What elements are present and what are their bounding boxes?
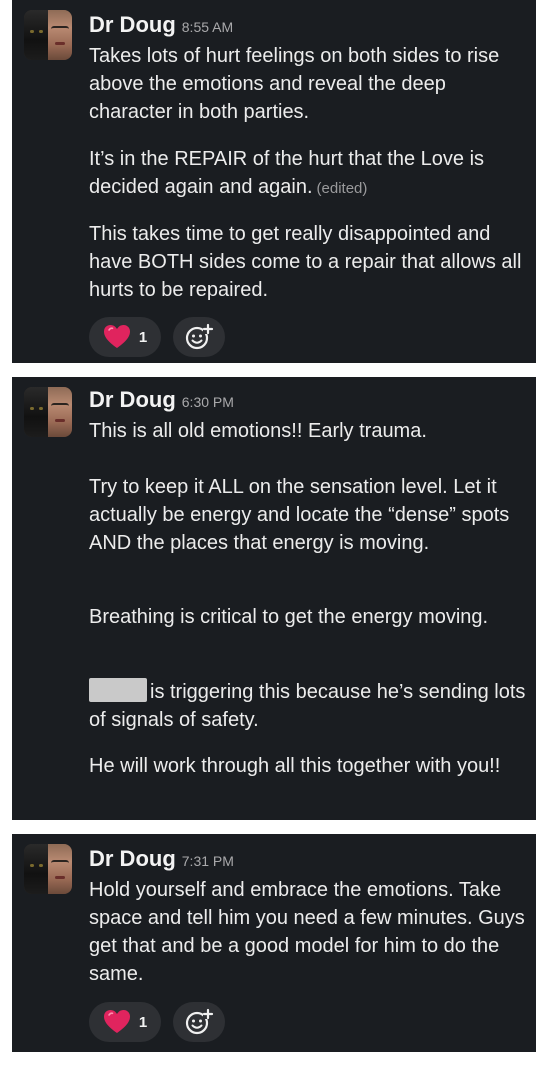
message-text: This is all old emotions!! Early trauma. (89, 420, 427, 442)
message-card[interactable]: Dr Doug 7:31 PM Hold yourself and embrace… (12, 834, 536, 1052)
message-text: Breathing is critical to get the energy … (89, 606, 489, 628)
edited-label: (edited) (316, 180, 368, 197)
message-text-content: It’s in the REPAIR of the hurt that the … (89, 148, 485, 198)
message-text: It’s in the REPAIR of the hurt that the … (89, 145, 529, 203)
message-text-content: is triggering this because he’s sending … (89, 681, 526, 731)
timestamp[interactable]: 6:30 PM (182, 394, 234, 410)
timestamp[interactable]: 7:31 PM (182, 853, 234, 869)
message-header: Dr Doug 8:55 AM (89, 12, 233, 38)
author-name[interactable]: Dr Doug (89, 846, 176, 871)
message-card[interactable]: Dr Doug 6:30 PM This is all old emotions!… (12, 377, 536, 820)
heart-icon (103, 325, 130, 348)
message-header: Dr Doug 6:30 PM (89, 387, 234, 413)
heart-reaction-button[interactable]: 1 (89, 1002, 161, 1042)
author-name[interactable]: Dr Doug (89, 12, 176, 37)
message-card[interactable]: Dr Doug 8:55 AM Takes lots of hurt feelin… (12, 0, 536, 363)
add-reaction-icon (185, 1008, 214, 1035)
add-reaction-button[interactable] (173, 1002, 225, 1042)
message-text: He will work through all this together w… (89, 755, 501, 777)
heart-reaction-button[interactable]: 1 (89, 317, 161, 357)
message-text: This takes time to get really disappoint… (89, 223, 522, 301)
message-text: Try to keep it ALL on the sensation leve… (89, 476, 510, 554)
message-header: Dr Doug 7:31 PM (89, 846, 234, 872)
heart-icon (103, 1010, 130, 1033)
message-text: is triggering this because he’s sending … (89, 678, 529, 734)
avatar[interactable] (24, 844, 72, 894)
reaction-count: 1 (138, 328, 148, 346)
avatar[interactable] (24, 387, 72, 437)
add-reaction-button[interactable] (173, 317, 225, 357)
avatar[interactable] (24, 10, 72, 60)
message-text: Hold yourself and embrace the emotions. … (89, 879, 525, 985)
author-name[interactable]: Dr Doug (89, 387, 176, 412)
redacted-name (89, 678, 147, 702)
reaction-count: 1 (138, 1013, 148, 1031)
add-reaction-icon (185, 323, 214, 350)
message-text: Takes lots of hurt feelings on both side… (89, 45, 500, 123)
timestamp[interactable]: 8:55 AM (182, 19, 233, 35)
